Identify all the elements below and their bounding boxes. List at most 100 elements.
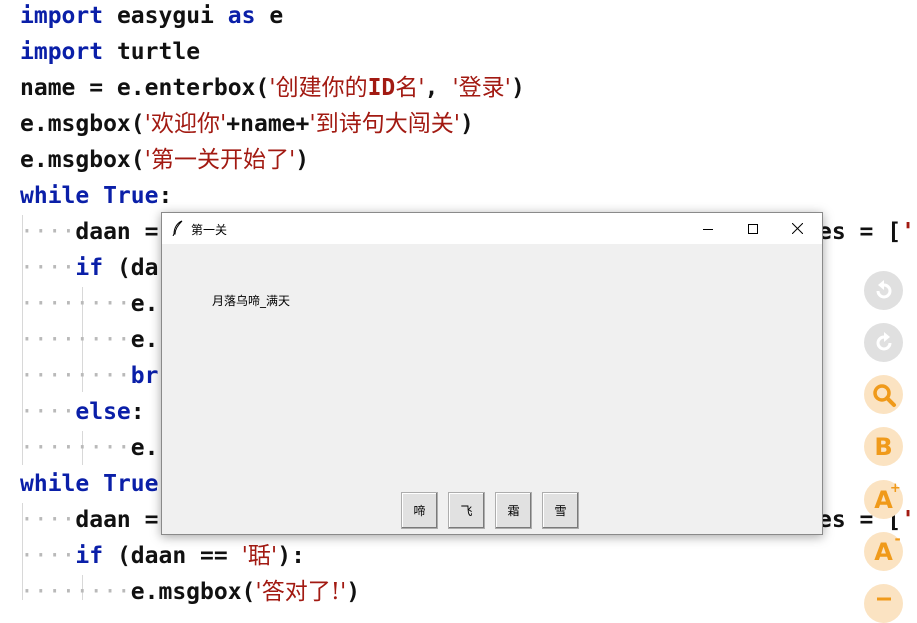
string-literal: 名' [395,75,425,101]
search-button[interactable] [864,375,903,414]
choice-button-4[interactable]: 雪 [542,492,579,529]
code-text: name = e.enterbox( [20,75,270,101]
string-literal: ID [367,75,396,101]
redo-button[interactable] [864,323,903,362]
minimize-icon [702,228,713,230]
maximize-button[interactable] [730,213,775,244]
whitespace-dots: ···· [20,219,76,245]
maximize-icon [747,223,758,234]
choice-button-1[interactable]: 啼 [401,492,438,529]
keyword-while: while [20,183,90,209]
more-tools-button[interactable] [864,584,903,623]
code-line-7: ····daan = [20,214,158,250]
module-name: turtle [116,39,201,65]
minimize-button[interactable] [685,213,730,244]
keyword-break: br [130,363,159,389]
code-text: e. [130,291,159,317]
font-increase-icon: A + [874,480,901,514]
keyword-while: while [20,471,90,497]
keyword-true: True [103,183,159,209]
code-text: e.msgbox( [130,579,256,605]
code-line-13: ········e. [20,430,158,466]
code-text: (daan == [103,543,242,569]
code-text: ) [295,147,310,173]
string-literal: ' [901,219,915,245]
choice-button-2[interactable]: 飞 [448,492,485,529]
keyword-as: as [227,3,256,29]
code-text: e. [130,435,159,461]
code-line-7-right: es = [' [818,214,915,250]
whitespace-dots: ···· [20,399,76,425]
whitespace-dots: ···· [20,543,76,569]
code-text: : [130,399,145,425]
code-text: e.msgbox( [20,111,145,137]
whitespace-dots: ···· [20,507,76,533]
alias-name: e [269,3,284,29]
code-line-4: e.msgbox('欢迎你'+name+'到诗句大闯关') [20,106,474,142]
bold-button[interactable]: B [864,427,903,466]
whitespace-dots: ········ [20,579,131,605]
code-text: ) [346,579,361,605]
whitespace-dots: ···· [20,255,76,281]
code-line-16: ····if (daan == '聒'): [20,538,305,574]
close-button[interactable] [775,213,820,244]
module-name: easygui [116,3,214,29]
redo-icon [876,331,891,350]
increase-font-button[interactable]: A + [864,480,903,519]
code-line-10: ········e. [20,322,158,358]
string-literal: '欢迎你' [144,111,227,137]
dialog-titlebar[interactable]: 第一关 [162,213,822,244]
code-line-3: name = e.enterbox('创建你的ID名', '登录') [20,70,525,106]
code-line-12: ····else: [20,394,145,430]
keyword-if: if [75,255,104,281]
code-line-11: ········br [20,358,158,394]
tk-feather-icon [172,220,183,236]
code-text: ) [460,111,474,137]
code-text: : [158,183,173,209]
string-literal: '到诗句大闯关' [309,111,461,137]
undo-icon [876,279,891,298]
keyword-true: True [103,471,159,497]
code-text: +name+ [226,111,310,137]
code-text: daan = [75,219,159,245]
font-decrease-icon: A- [874,529,901,566]
buttonbox-dialog: 第一关 月落乌啼_满天 啼 飞 霜 雪 [161,212,823,535]
code-text: daan = [75,507,159,533]
whitespace-dots: ········ [20,291,131,317]
keyword-import: import [20,3,104,29]
whitespace-dots: ········ [20,327,131,353]
whitespace-dots: ········ [20,363,131,389]
code-line-9: ········e. [20,286,158,322]
close-icon [792,223,803,234]
choice-button-3[interactable]: 霜 [495,492,532,529]
whitespace-dots: ········ [20,435,131,461]
string-literal: '创建你的 [269,75,368,101]
string-literal: '登录' [452,75,511,101]
code-text: es = [ [818,219,902,245]
keyword-else: else [75,399,131,425]
code-line-6: while True: [20,178,172,214]
code-text: ): [277,543,305,569]
string-literal: '聒' [241,543,278,569]
code-line-1: import easygui as e [20,0,283,34]
search-icon [872,383,896,407]
code-line-5: e.msgbox('第一关开始了') [20,142,309,178]
string-literal: ' [901,507,915,533]
code-line-17: ········e.msgbox('答对了!') [20,574,360,610]
dialog-title: 第一关 [191,223,228,237]
code-text: ) [510,75,525,101]
undo-button[interactable] [864,271,903,310]
code-text: e. [130,327,159,353]
keyword-if: if [75,543,104,569]
keyword-import: import [20,39,104,65]
string-literal: '答对了!' [255,579,347,605]
menu-icon [876,597,891,600]
code-text: e.msgbox( [20,147,145,173]
code-line-8: ····if (da [20,250,158,286]
code-text: , [424,75,453,101]
code-text: (da [103,255,159,281]
code-line-2: import turtle [20,34,200,70]
code-line-15: ····daan = [20,502,158,538]
dialog-message: 月落乌啼_满天 [212,294,291,308]
decrease-font-button[interactable]: A- [864,529,903,571]
